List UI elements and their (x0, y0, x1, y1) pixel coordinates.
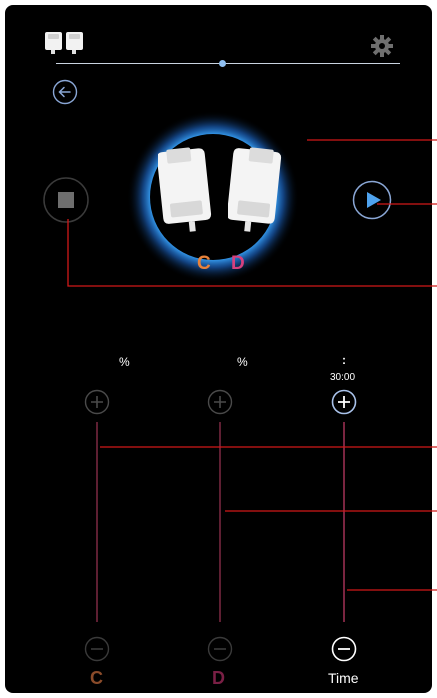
time-decrease-button[interactable] (331, 636, 357, 662)
channel-c-bottom-label: C (90, 668, 103, 688)
channel-d-level-track[interactable] (219, 422, 221, 622)
time-level-track[interactable] (343, 422, 345, 622)
play-button[interactable] (352, 180, 392, 220)
channel-c-decrease-button[interactable] (84, 636, 110, 662)
gear-icon[interactable] (370, 34, 394, 58)
slider-thumb[interactable] (219, 60, 226, 67)
time-value: 30:00 (330, 372, 356, 383)
stop-icon (58, 192, 74, 208)
electrode-pad-d (228, 146, 282, 236)
channel-c-label: C (197, 253, 211, 274)
progress-slider[interactable] (56, 59, 400, 69)
time-increase-button[interactable] (331, 389, 357, 415)
channel-c-level-track[interactable] (96, 422, 98, 622)
channel-d-bottom-label: D (212, 668, 225, 688)
slider-track (56, 63, 400, 64)
pads-icon[interactable] (44, 30, 88, 56)
channel-d-label: D (231, 253, 245, 274)
channel-d-decrease-button[interactable] (207, 636, 233, 662)
time-unit: : (342, 353, 346, 367)
channel-c-increase-button[interactable] (84, 389, 110, 415)
channel-d-unit: % (237, 355, 248, 369)
back-button[interactable] (52, 79, 78, 105)
channel-c-unit: % (119, 355, 130, 369)
time-bottom-label: Time (328, 670, 359, 686)
channel-d-increase-button[interactable] (207, 389, 233, 415)
electrode-pad-c (158, 146, 212, 236)
play-icon (367, 192, 381, 208)
stop-button[interactable] (43, 177, 89, 223)
